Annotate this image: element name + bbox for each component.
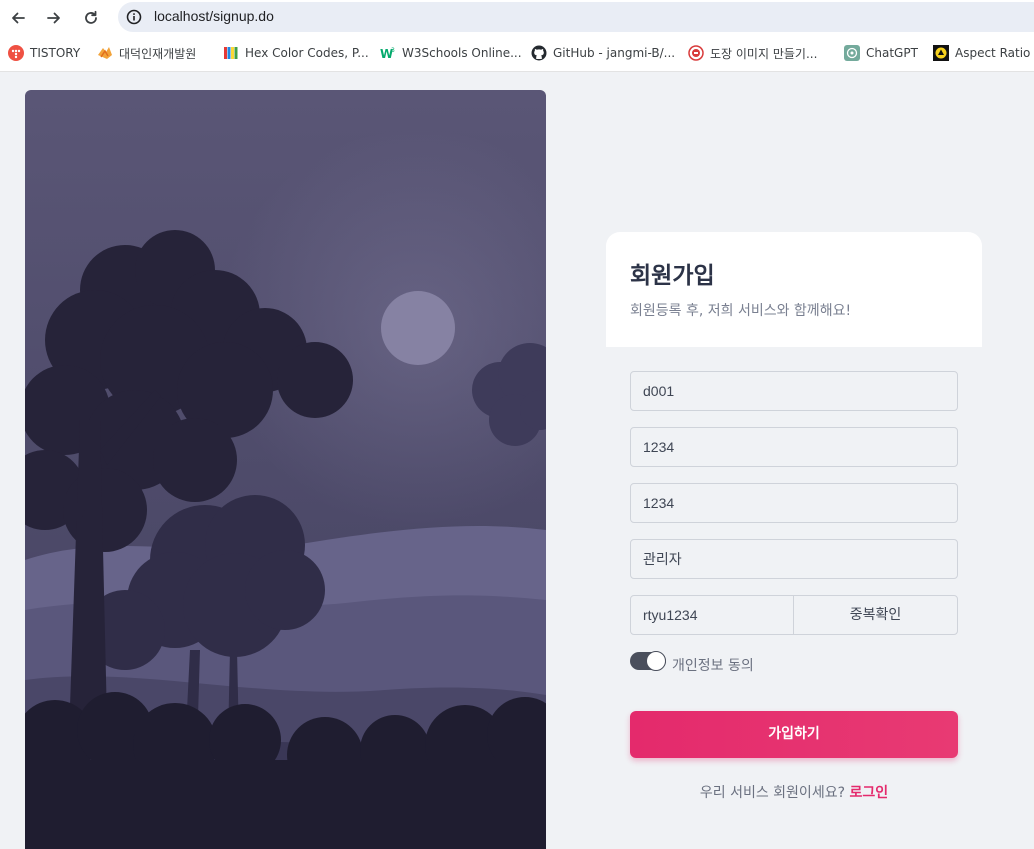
page-subtitle: 회원등록 후, 저희 서비스와 함께해요!	[630, 303, 852, 319]
aspect-ratio-icon	[933, 45, 949, 61]
site-info-icon[interactable]	[126, 9, 142, 25]
bookmark-label: GitHub - jangmi-B/...	[553, 46, 676, 60]
nickname-input[interactable]	[630, 595, 794, 635]
browser-toolbar: localhost/signup.do	[0, 0, 1034, 36]
url-text[interactable]: localhost/signup.do	[154, 8, 274, 24]
bookmark-label: TISTORY	[30, 46, 81, 60]
bookmark-github[interactable]: GitHub - jangmi-B/...	[531, 44, 675, 62]
password-confirm-input[interactable]	[630, 483, 958, 523]
signup-header-card: 회원가입 회원등록 후, 저희 서비스와 함께해요!	[606, 232, 982, 347]
stamp-icon	[688, 45, 704, 61]
chatgpt-icon	[844, 45, 860, 61]
page-title: 회원가입	[630, 263, 715, 289]
bookmark-label: ChatGPT	[866, 46, 918, 60]
arrow-right-icon	[47, 12, 60, 24]
bookmark-w3schools[interactable]: W3 W3Schools Online...	[380, 44, 522, 62]
tistory-icon	[8, 45, 24, 61]
login-link[interactable]: 로그인	[849, 785, 888, 801]
bookmark-aspect-ratio[interactable]: Aspect Ratio C	[933, 44, 1034, 62]
login-prompt: 우리 서비스 회원이세요? 로그인	[630, 782, 958, 802]
github-icon	[531, 45, 547, 61]
reload-button[interactable]	[79, 6, 103, 30]
bookmark-chatgpt[interactable]: ChatGPT	[844, 44, 918, 62]
hex-color-icon	[224, 47, 238, 59]
reload-icon	[85, 10, 97, 24]
back-button[interactable]	[6, 6, 30, 30]
arrow-left-icon	[12, 12, 25, 24]
privacy-agree-toggle[interactable]	[630, 651, 666, 671]
address-bar[interactable]: localhost/signup.do	[118, 2, 1034, 32]
privacy-agree-label: 개인정보 동의	[672, 658, 754, 674]
bookmark-stamp[interactable]: 도장 이미지 만들기...	[688, 44, 817, 62]
bookmark-tistory[interactable]: TISTORY	[8, 44, 80, 62]
w3schools-icon: W3	[380, 47, 395, 61]
duplicate-check-button[interactable]: 중복확인	[793, 595, 958, 635]
night-forest-illustration	[25, 90, 546, 849]
bookmarks-bar: TISTORY 대덕인재개발원 Hex Color Codes, P... W3…	[0, 36, 1034, 72]
name-input[interactable]	[630, 539, 958, 579]
user-id-input[interactable]	[630, 371, 958, 411]
bookmark-label: Hex Color Codes, P...	[245, 46, 369, 60]
svg-text:3: 3	[391, 47, 395, 54]
bookmark-label: W3Schools Online...	[402, 46, 522, 60]
bookmark-hex-color[interactable]: Hex Color Codes, P...	[223, 44, 369, 62]
password-input[interactable]	[630, 427, 958, 467]
hero-illustration	[25, 90, 546, 849]
ddit-icon	[98, 47, 112, 59]
toggle-knob	[646, 651, 666, 671]
moon	[381, 291, 455, 365]
bookmark-ddit[interactable]: 대덕인재개발원	[97, 44, 196, 62]
signup-submit-button[interactable]: 가입하기	[630, 711, 958, 758]
bookmark-label: 도장 이미지 만들기...	[710, 46, 818, 61]
bookmark-label: Aspect Ratio C	[955, 46, 1034, 60]
login-prompt-text: 우리 서비스 회원이세요?	[699, 785, 846, 801]
bookmark-label: 대덕인재개발원	[119, 46, 197, 61]
forward-button[interactable]	[42, 6, 66, 30]
